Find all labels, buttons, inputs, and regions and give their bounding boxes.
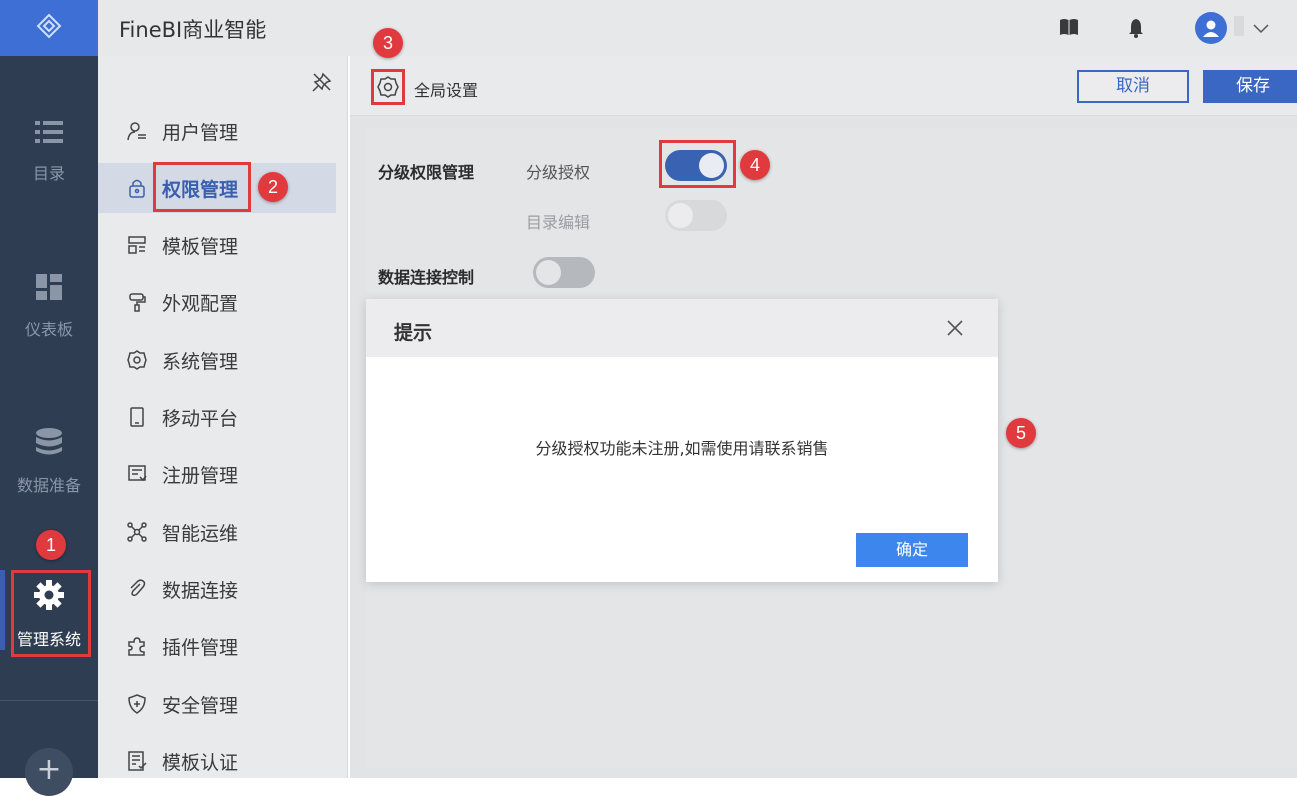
hierarchy-grant-label: 分级授权 [526,163,591,182]
bell-icon[interactable] [1128,18,1144,42]
link-icon [126,578,148,600]
network-icon [126,521,148,543]
submenu-item-data-connection[interactable]: 数据连接 [98,564,336,614]
dialog-header: 提示 [366,299,998,357]
rail-item-data-prep[interactable]: 数据准备 [0,428,98,496]
submenu-item-label: 外观配置 [162,292,239,315]
toolbar: 全局设置 取消 保存 [350,56,1297,116]
database-icon [0,428,98,460]
template-icon [126,234,148,256]
submenu-item-certification[interactable]: 模板认证 [98,736,336,786]
rail-item-label: 目录 [32,164,65,183]
shield-icon [126,693,148,715]
chevron-down-icon[interactable] [1253,19,1269,38]
data-connection-label: 数据连接控制 [378,268,475,287]
submenu-item-appearance[interactable]: 外观配置 [98,277,336,327]
dashboard-grid-icon [0,274,98,304]
book-icon[interactable] [1059,18,1079,40]
annotation-badge-4: 4 [740,150,770,180]
cancel-button[interactable]: 取消 [1077,70,1189,103]
lock-icon [126,177,148,199]
divider [0,700,98,701]
submenu-item-label: 安全管理 [162,694,239,717]
submenu-item-templates[interactable]: 模板管理 [98,220,336,270]
submenu-item-ops[interactable]: 智能运维 [98,507,336,557]
close-icon[interactable] [946,319,964,341]
list-icon [0,120,98,148]
app-title: FineBI商业智能 [119,18,267,42]
logo-icon [35,12,63,44]
submenu-item-label: 智能运维 [162,522,239,545]
toggle-knob [536,260,561,285]
submenu-item-label: 用户管理 [162,121,239,144]
save-button[interactable]: 保存 [1203,70,1297,103]
annotation-badge-2: 2 [258,172,288,202]
user-name-redacted [1234,16,1244,36]
settings-icon [126,349,148,371]
catalog-edit-toggle[interactable] [665,200,727,231]
dialog-title: 提示 [394,322,433,344]
submenu-item-system[interactable]: 系统管理 [98,335,336,385]
submenu-item-register[interactable]: 注册管理 [98,449,336,499]
certificate-icon [126,750,148,772]
callout-box-4 [659,140,736,188]
callout-box-1 [11,570,91,657]
catalog-edit-label: 目录编辑 [526,213,591,232]
submenu-item-users[interactable]: 用户管理 [98,106,336,156]
submenu-item-label: 模板认证 [162,751,239,774]
alert-dialog: 提示 分级授权功能未注册,如需使用请联系销售 确定 [366,299,998,582]
callout-box-3 [371,69,405,105]
user-avatar-icon[interactable] [1195,12,1227,44]
toggle-knob [668,203,693,228]
puzzle-icon [126,635,148,657]
submenu-item-label: 插件管理 [162,636,239,659]
mobile-icon [126,406,148,428]
user-list-icon [126,120,148,142]
page-title: 全局设置 [414,81,479,100]
submenu-item-plugins[interactable]: 插件管理 [98,621,336,671]
annotation-badge-3: 3 [373,28,403,58]
ok-button[interactable]: 确定 [856,533,968,567]
rail-item-label: 数据准备 [16,476,81,495]
add-button[interactable]: + [25,748,73,796]
data-connection-toggle[interactable] [533,257,595,288]
nav-rail: 目录 仪表板 数据准备 管理系统 + [0,0,98,796]
app-logo[interactable] [0,0,98,56]
pin-icon[interactable] [312,72,332,96]
rail-item-label: 仪表板 [24,320,73,339]
submenu-item-mobile[interactable]: 移动平台 [98,392,336,442]
submenu-item-label: 注册管理 [162,464,239,487]
annotation-badge-5: 5 [1006,418,1036,448]
paint-roller-icon [126,291,148,313]
annotation-badge-1: 1 [36,530,66,560]
rail-item-catalog[interactable]: 目录 [0,120,98,184]
submenu-item-security[interactable]: 安全管理 [98,679,336,729]
callout-box-2 [153,162,251,212]
submenu-item-label: 模板管理 [162,235,239,258]
top-header: FineBI商业智能 [98,0,1297,56]
dialog-message: 分级授权功能未注册,如需使用请联系销售 [535,439,829,458]
hierarchy-label: 分级权限管理 [378,163,475,182]
submenu-item-label: 系统管理 [162,350,239,373]
register-icon [126,463,148,485]
rail-item-dashboard[interactable]: 仪表板 [0,274,98,340]
submenu-item-label: 移动平台 [162,407,239,430]
submenu-item-label: 数据连接 [162,579,239,602]
